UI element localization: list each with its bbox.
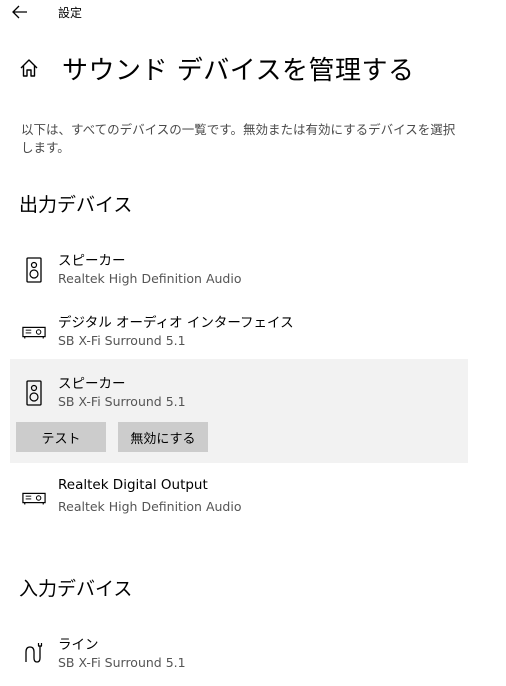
output-device-speaker-realtek[interactable]: スピーカー Realtek High Definition Audio: [10, 244, 468, 296]
disable-button[interactable]: 無効にする: [118, 422, 208, 452]
device-subtitle: Realtek High Definition Audio: [58, 271, 242, 286]
device-name: デジタル オーディオ インターフェイス: [58, 315, 294, 331]
app-title: 設定: [58, 6, 83, 20]
output-devices-heading: 出力デバイス: [19, 194, 133, 216]
page-header: サウンド デバイスを管理する: [18, 48, 415, 88]
back-button[interactable]: [9, 2, 31, 22]
device-name: Realtek Digital Output: [58, 477, 208, 493]
output-device-digital-audio-interface[interactable]: デジタル オーディオ インターフェイス SB X-Fi Surround 5.1: [10, 306, 468, 358]
output-device-realtek-digital-output[interactable]: Realtek Digital Output Realtek High Defi…: [10, 472, 468, 524]
digital-audio-icon: [22, 320, 46, 344]
title-bar: 設定: [0, 0, 506, 26]
device-name: スピーカー: [58, 376, 126, 392]
output-device-speaker-sbxfi[interactable]: スピーカー SB X-Fi Surround 5.1 テスト 無効にする: [10, 359, 468, 463]
speaker-icon: [22, 380, 46, 406]
device-subtitle: SB X-Fi Surround 5.1: [58, 394, 186, 409]
digital-audio-icon: [22, 486, 46, 510]
back-arrow-icon: [12, 5, 27, 19]
device-name: ライン: [58, 637, 99, 653]
device-subtitle: SB X-Fi Surround 5.1: [58, 333, 186, 348]
home-icon: [18, 57, 40, 79]
device-subtitle: Realtek High Definition Audio: [58, 499, 242, 514]
page-title: サウンド デバイスを管理する: [62, 55, 415, 86]
speaker-icon: [22, 257, 46, 283]
device-actions: テスト 無効にする: [10, 414, 468, 466]
device-name: スピーカー: [58, 253, 126, 269]
input-devices-heading: 入力デバイス: [19, 578, 133, 600]
input-device-line[interactable]: ライン SB X-Fi Surround 5.1: [10, 628, 468, 680]
line-in-icon: [22, 642, 46, 666]
device-subtitle: SB X-Fi Surround 5.1: [58, 655, 186, 670]
test-button[interactable]: テスト: [16, 422, 106, 452]
page-description: 以下は、すべてのデバイスの一覧です。無効または有効にするデバイスを選択します。: [21, 122, 456, 155]
